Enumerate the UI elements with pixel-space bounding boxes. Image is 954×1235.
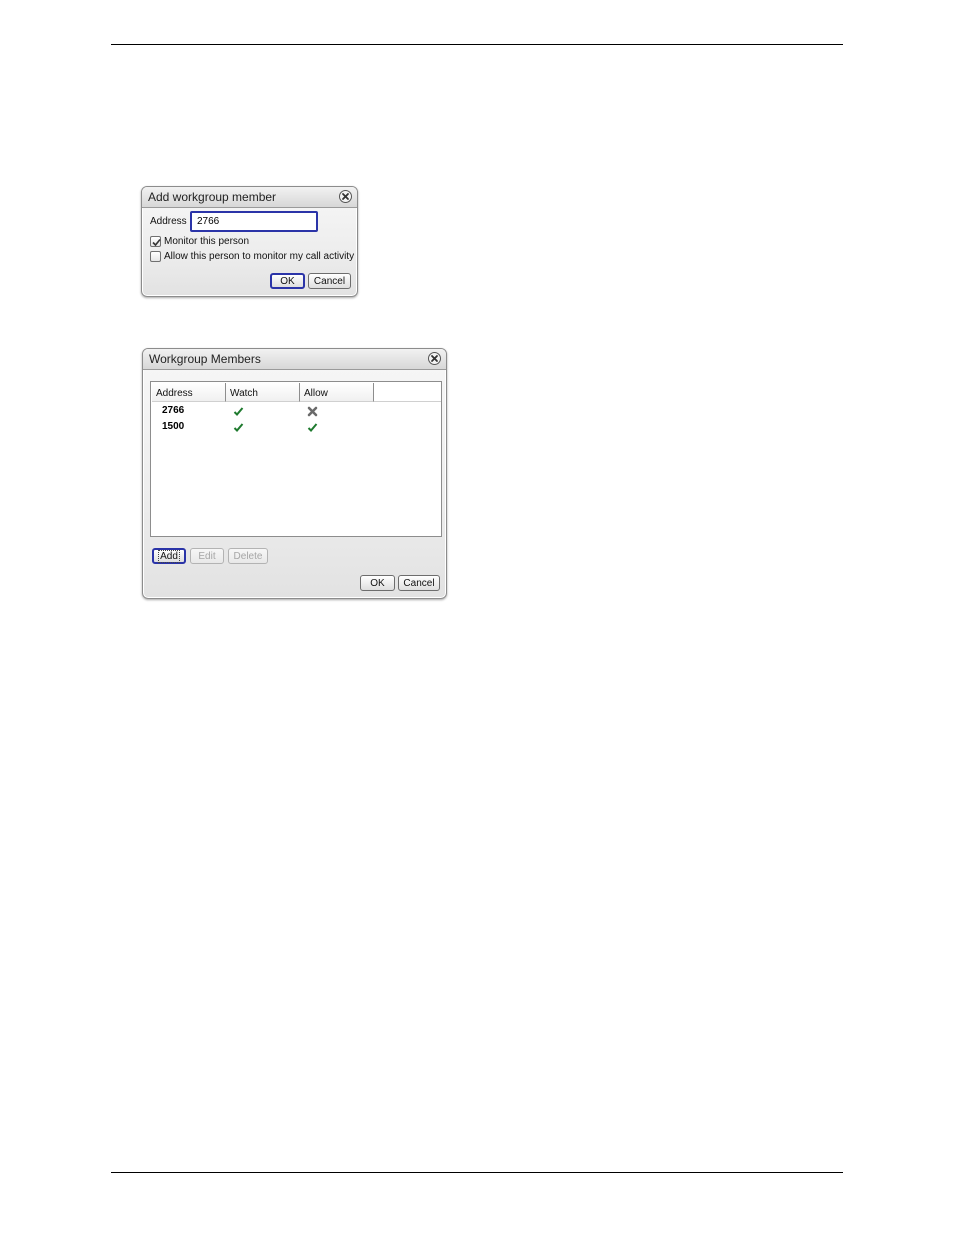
table-row[interactable]: 2766 [152,403,440,419]
address-cell: 1500 [162,421,185,432]
column-header-filler [374,383,441,402]
cross-icon [307,406,318,417]
ok-button[interactable]: OK [270,273,305,289]
delete-button-label: Delete [233,550,263,562]
workgroup-members-dialog: Workgroup Members Address Watch Allow 27… [142,348,447,599]
close-icon[interactable] [339,190,352,203]
page-top-rule [111,44,843,45]
add-button[interactable]: Add [152,548,186,564]
edit-button[interactable]: Edit [190,548,224,564]
checkmark-icon [152,238,161,247]
column-header-watch[interactable]: Watch [226,383,300,402]
dialog-titlebar[interactable]: Workgroup Members [143,349,446,370]
ok-button[interactable]: OK [360,575,395,591]
cancel-button[interactable]: Cancel [308,273,351,289]
ok-button-label: OK [280,275,295,287]
cancel-button[interactable]: Cancel [398,575,440,591]
address-input[interactable] [190,211,318,232]
check-icon [233,407,244,416]
cancel-button-label: Cancel [313,275,346,287]
check-icon [233,423,244,432]
members-list[interactable]: Address Watch Allow 2766 1500 [150,381,442,537]
column-header-address[interactable]: Address [152,383,226,402]
add-button-label: Add [158,549,180,563]
edit-button-label: Edit [198,550,216,562]
table-row[interactable]: 1500 [152,419,440,435]
cancel-button-label: Cancel [403,577,435,589]
dialog-title: Workgroup Members [149,352,261,366]
address-label: Address [150,216,187,227]
page-bottom-rule [111,1172,843,1173]
monitor-checkbox[interactable] [150,236,161,247]
monitor-label: Monitor this person [164,236,250,247]
column-header-label: Address [156,388,193,399]
address-cell: 2766 [162,405,185,416]
delete-button[interactable]: Delete [228,548,268,564]
close-icon[interactable] [428,352,441,365]
ok-button-label: OK [370,577,385,589]
column-header-label: Allow [304,388,328,399]
dialog-title: Add workgroup member [148,190,277,204]
column-header-label: Watch [230,388,258,399]
allow-label: Allow this person to monitor my call act… [164,251,355,262]
check-icon [307,423,318,432]
column-header-allow[interactable]: Allow [300,383,374,402]
dialog-titlebar[interactable]: Add workgroup member [142,187,357,208]
allow-checkbox[interactable] [150,251,161,262]
add-workgroup-member-dialog: Add workgroup member Address Monitor thi… [141,186,358,297]
